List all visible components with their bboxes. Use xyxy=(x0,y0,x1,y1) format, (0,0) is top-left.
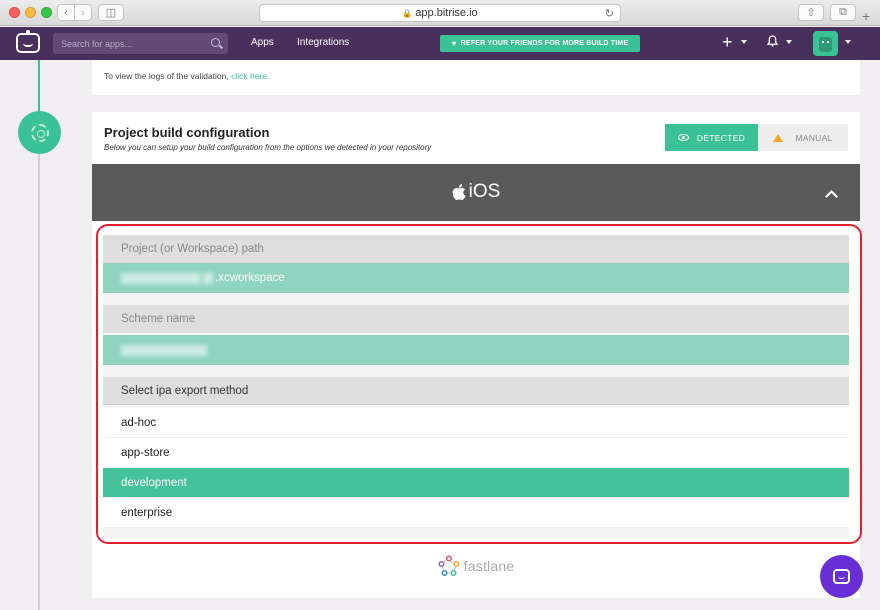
highlight-outline xyxy=(96,224,862,544)
logs-text: To view the logs of the validation, xyxy=(104,71,229,81)
browser-toolbar: ‹ › ◫ 🔒 app.bitrise.io ↻ ⇧ ⧉ + xyxy=(0,0,880,26)
platform-title: iOS xyxy=(92,181,860,203)
fastlane-icon xyxy=(438,555,460,577)
close-window-button[interactable] xyxy=(9,7,20,18)
refer-friends-label: REFER YOUR FRIENDS FOR MORE BUILD TIME xyxy=(460,40,629,47)
minimize-window-button[interactable] xyxy=(25,7,36,18)
chevron-down-icon[interactable] xyxy=(845,40,851,44)
nav-link-apps[interactable]: Apps xyxy=(251,37,274,48)
url-text: app.bitrise.io xyxy=(415,7,478,19)
avatar[interactable] xyxy=(813,31,838,56)
config-step-marker xyxy=(18,111,61,154)
warning-icon xyxy=(773,133,784,142)
chevron-down-icon[interactable] xyxy=(786,40,792,44)
share-icon[interactable]: ⇧ xyxy=(798,4,824,21)
chat-icon xyxy=(833,569,850,584)
tabs-icon[interactable]: ⧉ xyxy=(830,4,856,21)
nav-link-integrations[interactable]: Integrations xyxy=(297,37,349,48)
manual-tab[interactable]: MANUAL xyxy=(758,124,848,151)
new-tab-button[interactable]: + xyxy=(862,9,870,23)
bitrise-logo-icon[interactable] xyxy=(16,30,40,53)
detected-tab[interactable]: DETECTED xyxy=(665,124,758,151)
back-button[interactable]: ‹ xyxy=(57,4,75,21)
plus-icon[interactable]: + xyxy=(722,33,733,51)
zoom-window-button[interactable] xyxy=(41,7,52,18)
refer-friends-button[interactable]: ♥ REFER YOUR FRIENDS FOR MORE BUILD TIME xyxy=(440,35,640,52)
detected-label: DETECTED xyxy=(696,132,746,143)
section-subtitle: Below you can setup your build configura… xyxy=(104,143,432,152)
avatar-robot-icon xyxy=(819,37,832,52)
logs-link[interactable]: click here. xyxy=(231,71,269,81)
timeline-progress xyxy=(38,60,40,116)
manual-label: MANUAL xyxy=(795,132,833,143)
address-bar[interactable]: 🔒 app.bitrise.io ↻ xyxy=(259,4,621,22)
fastlane-label: fastlane xyxy=(463,558,515,574)
search-input[interactable] xyxy=(53,33,203,54)
bell-icon[interactable] xyxy=(767,35,778,47)
apple-icon xyxy=(452,184,466,200)
heart-icon: ♥ xyxy=(451,39,457,48)
sidebar-icon[interactable]: ◫ xyxy=(98,4,124,21)
chevron-down-icon[interactable] xyxy=(741,40,747,44)
forward-button[interactable]: › xyxy=(74,4,92,21)
search-icon[interactable] xyxy=(211,38,220,47)
eye-icon xyxy=(677,134,689,141)
search-box xyxy=(53,33,228,54)
fastlane-brand: fastlane xyxy=(92,555,860,577)
platform-label: iOS xyxy=(468,181,501,202)
section-title: Project build configuration xyxy=(104,125,270,140)
platform-header[interactable]: iOS xyxy=(92,164,860,221)
validation-logs-text: To view the logs of the validation, clic… xyxy=(104,71,269,81)
reload-icon[interactable]: ↻ xyxy=(605,7,614,20)
gear-icon xyxy=(30,123,49,142)
app-navbar: Apps Integrations ♥ REFER YOUR FRIENDS F… xyxy=(0,27,880,60)
chat-button[interactable] xyxy=(820,555,863,598)
validation-card: To view the logs of the validation, clic… xyxy=(92,60,860,95)
lock-icon: 🔒 xyxy=(402,8,413,18)
